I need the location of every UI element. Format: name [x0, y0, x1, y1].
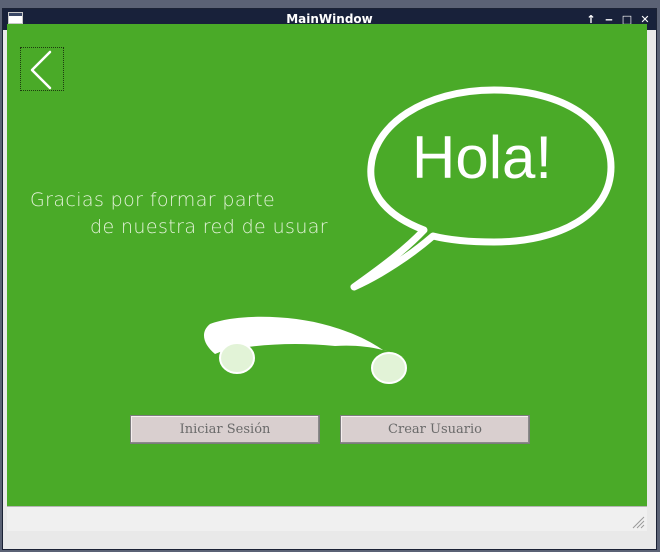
login-button[interactable]: Iniciar Sesión	[130, 415, 320, 444]
create-user-button[interactable]: Crear Usuario	[340, 415, 530, 444]
greeting-text: Hola!	[412, 124, 553, 191]
thanks-message-line-2: de nuestra red de usuar	[90, 216, 329, 238]
status-bar	[7, 506, 647, 531]
thanks-message: Gracias por formar parte de nuestra red …	[30, 189, 340, 245]
thanks-message-line-1: Gracias por formar parte	[30, 189, 276, 211]
car-icon	[203, 316, 410, 384]
back-button[interactable]	[20, 47, 64, 91]
main-panel: Hola! Gracias por formar parte de nuestr…	[7, 24, 647, 506]
chevron-left-icon	[30, 50, 52, 90]
resize-grip-icon[interactable]	[631, 515, 645, 529]
